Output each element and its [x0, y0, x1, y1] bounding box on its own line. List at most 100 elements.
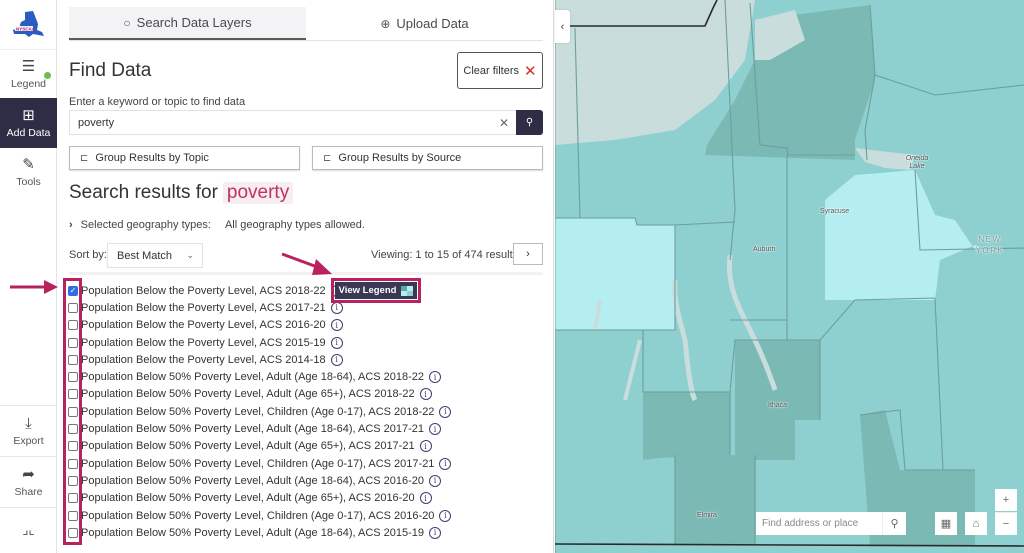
new-york-state-logo-icon: NYSCAA: [13, 10, 44, 37]
result-checkbox[interactable]: [68, 493, 78, 504]
info-icon[interactable]: i: [330, 336, 343, 349]
search-button[interactable]: ⚲: [516, 110, 543, 135]
search-icon: ⚲: [525, 117, 534, 128]
info-icon[interactable]: i: [330, 319, 343, 332]
result-checkbox[interactable]: [68, 441, 78, 452]
result-checkbox[interactable]: [68, 302, 78, 313]
result-row[interactable]: Population Below the Poverty Level, ACS …: [68, 334, 451, 351]
collapse-panel-button[interactable]: ‹: [555, 10, 570, 43]
result-row[interactable]: Population Below 50% Poverty Level, Adul…: [68, 490, 451, 507]
map-view[interactable]: Syracuse Auburn Ithaca Elmira Oneida Lak…: [555, 0, 1024, 553]
chevron-right-icon[interactable]: ›: [69, 219, 73, 231]
result-label[interactable]: Population Below 50% Poverty Level, Adul…: [81, 423, 424, 435]
info-icon[interactable]: i: [330, 301, 343, 314]
result-checkbox[interactable]: [68, 458, 78, 469]
result-checkbox[interactable]: [68, 320, 78, 331]
nyscaa-logo[interactable]: NYSCAA: [0, 0, 56, 50]
result-row[interactable]: Population Below 50% Poverty Level, Chil…: [68, 455, 452, 472]
result-label[interactable]: Population Below 50% Poverty Level, Adul…: [81, 527, 424, 539]
result-row[interactable]: Population Below the Poverty Level, ACS …: [68, 317, 451, 334]
info-icon[interactable]: i: [439, 509, 452, 522]
basemap-gallery-button[interactable]: ▦: [935, 512, 957, 535]
result-row[interactable]: Population Below 50% Poverty Level, Adul…: [68, 524, 451, 541]
rail-share[interactable]: ➦ Share: [0, 457, 57, 507]
left-rail: NYSCAA ☰ Legend ⊞ Add Data ✎ Tools ⤓ Exp…: [0, 0, 57, 553]
county-region: [675, 455, 755, 545]
info-icon[interactable]: i: [439, 457, 452, 470]
home-icon: ⌂: [972, 517, 980, 530]
tab-upload-data[interactable]: ⊕ Upload Data: [306, 7, 543, 40]
clear-filters-button[interactable]: Clear filters ✕: [457, 52, 543, 89]
rail-export[interactable]: ⤓ Export: [0, 406, 57, 456]
result-row[interactable]: Population Below 50% Poverty Level, Adul…: [68, 386, 451, 403]
chevron-down-icon: ⌄: [186, 250, 194, 260]
info-icon[interactable]: i: [429, 474, 442, 487]
result-checkbox[interactable]: [68, 527, 78, 538]
results-count: Viewing: 1 to 15 of 474 results: [371, 249, 519, 261]
zoom-in-button[interactable]: +: [995, 489, 1017, 511]
result-label[interactable]: Population Below the Poverty Level, ACS …: [81, 337, 326, 349]
info-icon[interactable]: i: [419, 492, 432, 505]
keyword-search-input[interactable]: [78, 116, 492, 129]
result-checkbox[interactable]: [68, 475, 78, 486]
info-icon[interactable]: i: [429, 371, 442, 384]
rail-add-data[interactable]: ⊞ Add Data: [0, 98, 57, 148]
result-label[interactable]: Population Below 50% Poverty Level, Adul…: [81, 440, 415, 452]
result-label[interactable]: Population Below 50% Poverty Level, Adul…: [81, 388, 415, 400]
tab-search-data-layers[interactable]: ○ Search Data Layers: [69, 7, 306, 40]
view-legend-button[interactable]: View Legend: [335, 282, 417, 299]
result-label[interactable]: Population Below the Poverty Level, ACS …: [81, 354, 326, 366]
search-icon: ○: [123, 15, 131, 30]
info-icon[interactable]: i: [439, 405, 452, 418]
info-icon[interactable]: i: [419, 440, 432, 453]
result-checkbox[interactable]: [68, 372, 78, 383]
result-checkbox[interactable]: [68, 337, 78, 348]
zoom-out-button[interactable]: −: [995, 512, 1017, 535]
result-label[interactable]: Population Below the Poverty Level, ACS …: [81, 319, 326, 331]
next-page-button[interactable]: ›: [513, 243, 543, 265]
result-row[interactable]: Population Below 50% Poverty Level, Chil…: [68, 507, 452, 524]
rail-legend[interactable]: ☰ Legend: [0, 50, 57, 98]
home-button[interactable]: ⌂: [965, 512, 987, 535]
result-checkbox[interactable]: [68, 424, 78, 435]
info-icon[interactable]: i: [429, 526, 442, 539]
map-label-ithaca: Ithaca: [768, 402, 788, 409]
result-label[interactable]: Population Below 50% Poverty Level, Adul…: [81, 492, 415, 504]
result-label[interactable]: Population Below 50% Poverty Level, Chil…: [81, 406, 434, 418]
result-label[interactable]: Population Below 50% Poverty Level, Adul…: [81, 475, 424, 487]
sort-select[interactable]: Best Match ⌄: [107, 243, 203, 268]
result-row[interactable]: Population Below 50% Poverty Level, Chil…: [68, 403, 452, 420]
tab-label: Search Data Layers: [136, 15, 252, 30]
rail-collapse[interactable]: ⌟⌞: [0, 508, 57, 553]
group-by-source-button[interactable]: ⊏ Group Results by Source: [312, 146, 543, 170]
clear-search-icon[interactable]: ✕: [492, 116, 516, 130]
results-prefix: Search results for: [69, 182, 218, 203]
result-checkbox[interactable]: ✓: [68, 285, 78, 296]
result-label[interactable]: Population Below the Poverty Level, ACS …: [81, 285, 326, 297]
rail-tools[interactable]: ✎ Tools: [0, 148, 57, 196]
result-row[interactable]: Population Below 50% Poverty Level, Adul…: [68, 420, 451, 437]
result-row[interactable]: Population Below 50% Poverty Level, Adul…: [68, 472, 451, 489]
group-by-topic-button[interactable]: ⊏ Group Results by Topic: [69, 146, 300, 170]
result-checkbox[interactable]: [68, 406, 78, 417]
result-row[interactable]: Population Below 50% Poverty Level, Adul…: [68, 438, 451, 455]
result-label[interactable]: Population Below 50% Poverty Level, Chil…: [81, 510, 434, 522]
result-checkbox[interactable]: [68, 389, 78, 400]
result-checkbox[interactable]: [68, 354, 78, 365]
geography-label[interactable]: Selected geography types:: [81, 219, 211, 231]
chevron-right-icon: ›: [526, 248, 530, 260]
result-checkbox[interactable]: [68, 510, 78, 521]
result-label[interactable]: Population Below the Poverty Level, ACS …: [81, 302, 326, 314]
result-row[interactable]: Population Below the Poverty Level, ACS …: [68, 351, 451, 368]
result-row[interactable]: Population Below 50% Poverty Level, Adul…: [68, 368, 451, 385]
result-label[interactable]: Population Below 50% Poverty Level, Chil…: [81, 458, 434, 470]
map-search-input[interactable]: [762, 518, 880, 529]
results-keyword: poverty: [222, 182, 294, 204]
rail-add-data-label: Add Data: [6, 126, 51, 139]
info-icon[interactable]: i: [330, 353, 343, 366]
collapse-icon: ⌟⌞: [22, 521, 35, 537]
info-icon[interactable]: i: [419, 388, 432, 401]
result-label[interactable]: Population Below 50% Poverty Level, Adul…: [81, 371, 424, 383]
search-icon[interactable]: ⚲: [882, 512, 906, 535]
info-icon[interactable]: i: [429, 423, 442, 436]
